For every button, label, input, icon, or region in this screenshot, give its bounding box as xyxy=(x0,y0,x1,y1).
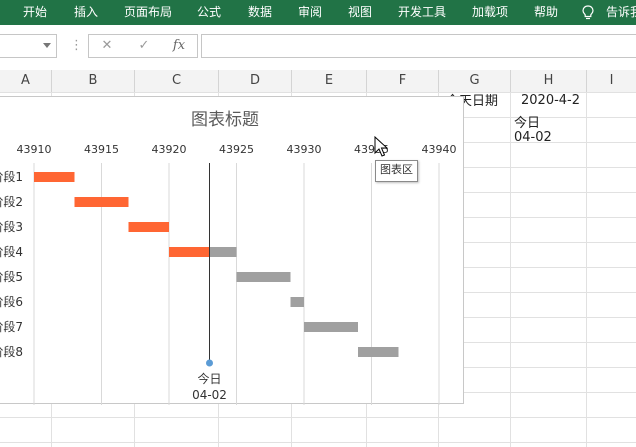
x-tick-label: 43915 xyxy=(84,143,119,156)
tab-help[interactable]: 帮助 xyxy=(534,0,558,25)
column-header-b[interactable]: B xyxy=(52,70,135,92)
tab-data[interactable]: 数据 xyxy=(248,0,272,25)
gantt-bar-remaining[interactable] xyxy=(236,272,291,282)
x-tick-label: 43930 xyxy=(287,143,322,156)
column-header-c[interactable]: C xyxy=(135,70,219,92)
x-tick-label: 43920 xyxy=(152,143,187,156)
category-label: 阶段4 xyxy=(0,244,23,259)
cancel-icon[interactable]: ✕ xyxy=(94,35,120,57)
tab-addins[interactable]: 加载项 xyxy=(472,0,508,25)
tab-review[interactable]: 审阅 xyxy=(298,0,322,25)
formula-input[interactable] xyxy=(201,34,636,58)
lightbulb-icon[interactable] xyxy=(582,5,594,20)
gantt-bar-remaining[interactable] xyxy=(304,322,358,332)
tab-page-layout[interactable]: 页面布局 xyxy=(124,0,172,25)
column-header-d[interactable]: D xyxy=(219,70,292,92)
chart-area[interactable]: 图表标题 43910 43915 43920 43925 43930 43935 43940… xyxy=(0,96,464,405)
column-header-e[interactable]: E xyxy=(292,70,367,92)
category-label: 阶段8 xyxy=(0,344,23,359)
gantt-bar-done[interactable] xyxy=(128,222,170,232)
gantt-bar-remaining[interactable] xyxy=(358,347,399,357)
mouse-cursor-icon xyxy=(374,136,388,157)
tell-me-search[interactable]: 告诉我 xyxy=(606,0,636,25)
enter-icon[interactable]: ✓ xyxy=(131,35,157,57)
column-header-i[interactable]: I xyxy=(587,70,636,92)
cell-h2-line2[interactable]: 04-02 xyxy=(514,130,552,145)
today-label-line1: 今日 xyxy=(197,371,221,386)
gantt-bar-done[interactable] xyxy=(169,247,210,257)
chart-title[interactable]: 图表标题 xyxy=(191,110,259,130)
gantt-bar-done[interactable] xyxy=(34,172,75,182)
formula-bar-area: ⋮ ✕ ✓ fx xyxy=(0,25,636,71)
category-label: 阶段2 xyxy=(0,194,23,209)
gantt-bar-remaining[interactable] xyxy=(209,247,237,257)
today-label-line2: 04-02 xyxy=(192,388,227,402)
tab-home[interactable]: 开始 xyxy=(23,0,47,25)
category-label: 阶段3 xyxy=(0,219,23,234)
column-header-a[interactable]: A xyxy=(0,70,52,92)
column-header-h[interactable]: H xyxy=(511,70,587,92)
ribbon: 开始 插入 页面布局 公式 数据 审阅 视图 开发工具 加载项 帮助 告诉我 xyxy=(0,0,636,25)
category-label: 阶段5 xyxy=(0,269,23,284)
category-label: 阶段6 xyxy=(0,294,23,309)
x-tick-label: 43925 xyxy=(219,143,254,156)
cell-h2-line1[interactable]: 今日 xyxy=(514,112,540,131)
column-header-g[interactable]: G xyxy=(439,70,511,92)
name-box[interactable] xyxy=(0,34,57,58)
column-header-f[interactable]: F xyxy=(367,70,439,92)
category-label: 阶段1 xyxy=(0,169,23,184)
tab-view[interactable]: 视图 xyxy=(348,0,372,25)
formula-buttons: ✕ ✓ fx xyxy=(88,34,198,58)
x-tick-label: 43940 xyxy=(422,143,457,156)
tab-formulas[interactable]: 公式 xyxy=(197,0,221,25)
column-headers: A B C D E F G H I xyxy=(0,70,636,93)
chevron-down-icon[interactable] xyxy=(43,43,51,48)
today-marker-dot[interactable] xyxy=(206,359,213,367)
x-tick-label: 43910 xyxy=(17,143,52,156)
gantt-bar-remaining[interactable] xyxy=(290,297,305,307)
chart-area-tooltip: 图表区 xyxy=(375,160,418,182)
tab-insert[interactable]: 插入 xyxy=(74,0,98,25)
gantt-bar-done[interactable] xyxy=(74,197,129,207)
drag-handle-icon[interactable]: ⋮ xyxy=(70,38,83,53)
gantt-chart[interactable]: 图表标题 43910 43915 43920 43925 43930 43935 43940… xyxy=(0,97,464,405)
cell-h1[interactable]: 2020-4-2 xyxy=(521,93,580,108)
insert-function-icon[interactable]: fx xyxy=(166,35,192,57)
category-label: 阶段7 xyxy=(0,319,23,334)
tab-developer[interactable]: 开发工具 xyxy=(398,0,446,25)
